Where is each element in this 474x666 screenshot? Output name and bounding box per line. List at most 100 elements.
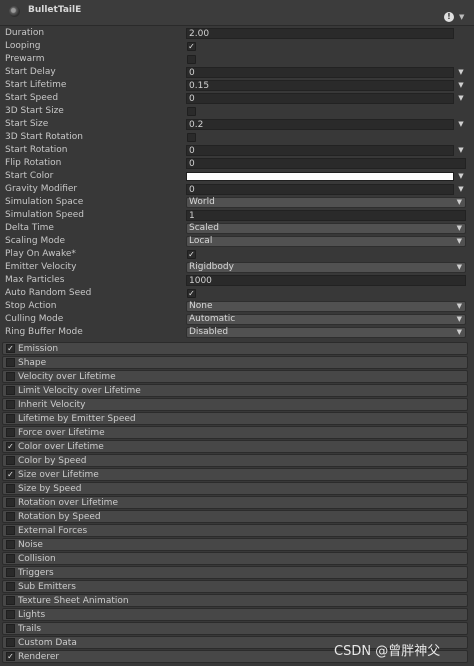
simulation-speed-field[interactable]: 1 (186, 210, 466, 221)
module-enable-checkbox[interactable] (6, 610, 15, 619)
flip-rotation-field[interactable]: 0 (186, 158, 466, 169)
duration-field[interactable]: 2.00 (186, 28, 454, 39)
property-label: Looping (5, 41, 41, 51)
property-row-start-size: Start Size 0.2 ▼ (0, 118, 474, 131)
module-triggers[interactable]: Triggers (2, 566, 468, 579)
module-enable-checkbox[interactable] (6, 582, 15, 591)
module-enable-checkbox[interactable] (6, 554, 15, 563)
module-enable-checkbox[interactable] (6, 484, 15, 493)
module-label: Color by Speed (18, 456, 87, 466)
module-shape[interactable]: Shape (2, 356, 468, 369)
module-enable-checkbox[interactable] (6, 414, 15, 423)
culling-mode-dropdown[interactable]: Automatic ▼ (186, 314, 466, 325)
start-rotation-field[interactable]: 0 (186, 145, 454, 156)
module-trails[interactable]: Trails (2, 622, 468, 635)
property-label: Auto Random Seed (5, 288, 92, 298)
property-row-duration: Duration 2.00 (0, 27, 474, 40)
mode-dropdown-icon[interactable]: ▼ (456, 184, 466, 195)
module-enable-checkbox[interactable]: ✓ (6, 344, 15, 353)
emitter-velocity-dropdown[interactable]: Rigidbody ▼ (186, 262, 466, 273)
module-enable-checkbox[interactable] (6, 358, 15, 367)
module-label: Renderer (18, 652, 60, 662)
module-enable-checkbox[interactable] (6, 456, 15, 465)
3d-start-size-checkbox[interactable] (187, 107, 196, 116)
module-enable-checkbox[interactable] (6, 372, 15, 381)
module-texture-sheet-animation[interactable]: Texture Sheet Animation (2, 594, 468, 607)
module-inherit-velocity[interactable]: Inherit Velocity (2, 398, 468, 411)
prewarm-checkbox[interactable] (187, 55, 196, 64)
property-row-delta-time: Delta Time Scaled ▼ (0, 222, 474, 235)
module-enable-checkbox[interactable] (6, 498, 15, 507)
looping-checkbox[interactable]: ✓ (187, 42, 196, 51)
delta-time-dropdown[interactable]: Scaled ▼ (186, 223, 466, 234)
module-enable-checkbox[interactable] (6, 526, 15, 535)
module-size-by-speed[interactable]: Size by Speed (2, 482, 468, 495)
mode-dropdown-icon[interactable]: ▼ (456, 119, 466, 130)
module-velocity-over-lifetime[interactable]: Velocity over Lifetime (2, 370, 468, 383)
module-enable-checkbox[interactable] (6, 596, 15, 605)
start-speed-field[interactable]: 0 (186, 93, 454, 104)
scaling-mode-dropdown[interactable]: Local ▼ (186, 236, 466, 247)
module-limit-velocity-over-lifetime[interactable]: Limit Velocity over Lifetime (2, 384, 468, 397)
module-force-over-lifetime[interactable]: Force over Lifetime (2, 426, 468, 439)
auto-random-seed-checkbox[interactable]: ✓ (187, 289, 196, 298)
module-emission[interactable]: ✓ Emission (2, 342, 468, 355)
simulation-space-dropdown[interactable]: World ▼ (186, 197, 466, 208)
mode-dropdown-icon[interactable]: ▼ (456, 145, 466, 156)
module-label: Force over Lifetime (18, 428, 105, 438)
module-enable-checkbox[interactable] (6, 540, 15, 549)
component-title: BulletTailE (28, 5, 82, 15)
module-external-forces[interactable]: External Forces (2, 524, 468, 537)
module-enable-checkbox[interactable] (6, 638, 15, 647)
module-enable-checkbox[interactable] (6, 568, 15, 577)
module-enable-checkbox[interactable] (6, 512, 15, 521)
module-enable-checkbox[interactable] (6, 400, 15, 409)
mode-dropdown-icon[interactable]: ▼ (456, 67, 466, 78)
start-color-swatch[interactable] (186, 172, 454, 181)
module-collision[interactable]: Collision (2, 552, 468, 565)
module-enable-checkbox[interactable]: ✓ (6, 442, 15, 451)
module-label: Collision (18, 554, 56, 564)
play-on-awake-checkbox[interactable]: ✓ (187, 250, 196, 259)
start-size-field[interactable]: 0.2 (186, 119, 454, 130)
module-sub-emitters[interactable]: Sub Emitters (2, 580, 468, 593)
property-label: Start Speed (5, 93, 59, 103)
module-label: Emission (18, 344, 59, 354)
particle-system-icon (9, 6, 20, 17)
start-lifetime-field[interactable]: 0.15 (186, 80, 454, 91)
mode-dropdown-icon[interactable]: ▼ (456, 171, 466, 182)
dropdown-value: Automatic (189, 314, 236, 324)
module-label: Sub Emitters (18, 582, 76, 592)
chevron-down-icon[interactable]: ▼ (459, 13, 468, 22)
3d-start-rotation-checkbox[interactable] (187, 133, 196, 142)
module-rotation-by-speed[interactable]: Rotation by Speed (2, 510, 468, 523)
module-enable-checkbox[interactable]: ✓ (6, 470, 15, 479)
module-color-over-lifetime[interactable]: ✓ Color over Lifetime (2, 440, 468, 453)
module-enable-checkbox[interactable] (6, 428, 15, 437)
dropdown-value: Scaled (189, 223, 219, 233)
module-rotation-over-lifetime[interactable]: Rotation over Lifetime (2, 496, 468, 509)
module-enable-checkbox[interactable] (6, 624, 15, 633)
info-icon[interactable]: ! (444, 12, 454, 22)
module-noise[interactable]: Noise (2, 538, 468, 551)
ring-buffer-mode-dropdown[interactable]: Disabled ▼ (186, 327, 466, 338)
start-delay-field[interactable]: 0 (186, 67, 454, 78)
gravity-modifier-field[interactable]: 0 (186, 184, 454, 195)
property-row-3d-start-rotation: 3D Start Rotation (0, 131, 474, 144)
property-label: Culling Mode (5, 314, 64, 324)
dropdown-value: None (189, 301, 213, 311)
module-enable-checkbox[interactable]: ✓ (6, 652, 15, 661)
property-label: Ring Buffer Mode (5, 327, 83, 337)
property-label: Start Rotation (5, 145, 68, 155)
stop-action-dropdown[interactable]: None ▼ (186, 301, 466, 312)
module-size-over-lifetime[interactable]: ✓ Size over Lifetime (2, 468, 468, 481)
module-color-by-speed[interactable]: Color by Speed (2, 454, 468, 467)
mode-dropdown-icon[interactable]: ▼ (456, 93, 466, 104)
mode-dropdown-icon[interactable]: ▼ (456, 80, 466, 91)
module-lights[interactable]: Lights (2, 608, 468, 621)
max-particles-field[interactable]: 1000 (186, 275, 466, 286)
property-label: Flip Rotation (5, 158, 62, 168)
module-lifetime-by-emitter-speed[interactable]: Lifetime by Emitter Speed (2, 412, 468, 425)
property-row-start-color: Start Color ▼ (0, 170, 474, 183)
module-enable-checkbox[interactable] (6, 386, 15, 395)
